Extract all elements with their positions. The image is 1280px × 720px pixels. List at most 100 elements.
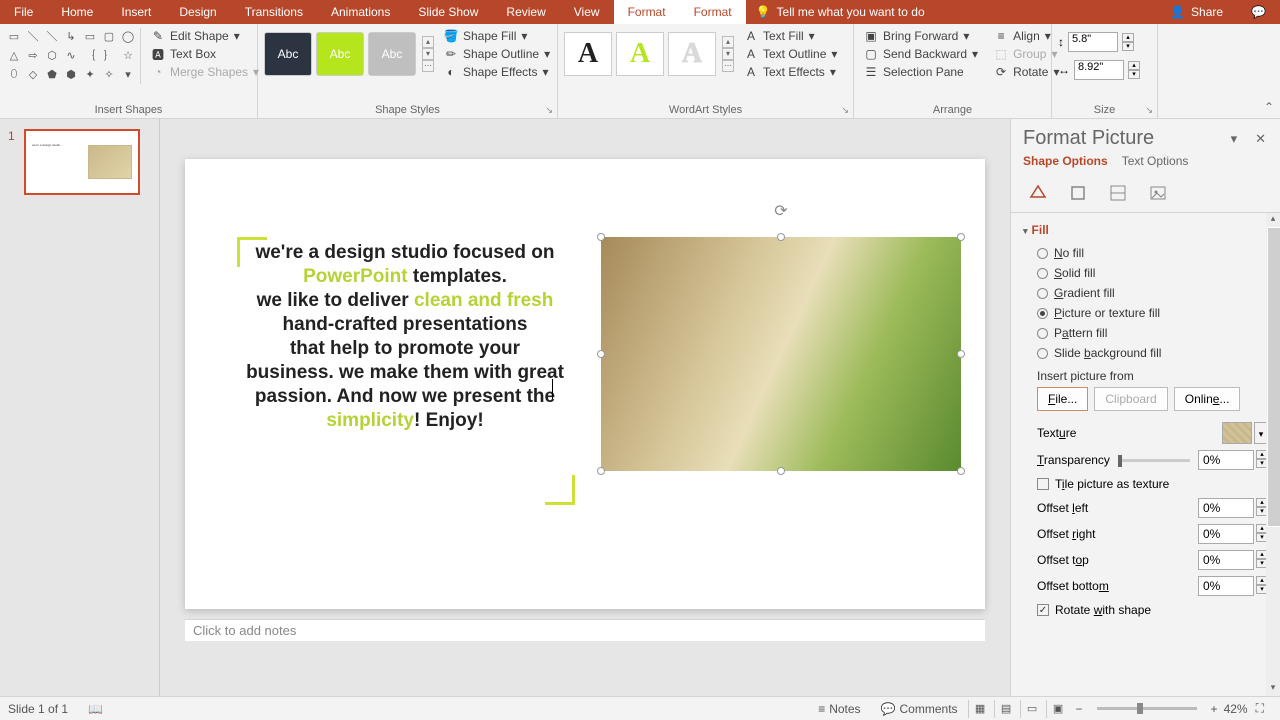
handle-br[interactable] (957, 467, 965, 475)
shape-oval-icon[interactable]: ◯ (120, 28, 136, 44)
handle-tc[interactable] (777, 233, 785, 241)
radio-gradient-fill[interactable]: Gradient fill (1023, 283, 1268, 303)
tab-slideshow[interactable]: Slide Show (404, 0, 492, 24)
scroll-thumb[interactable] (1267, 227, 1280, 527)
shape-brace-icon[interactable]: ｛ (82, 47, 98, 63)
shape-more1-icon[interactable]: ◇ (25, 66, 41, 82)
radio-pattern-fill[interactable]: Pattern fill (1023, 323, 1268, 343)
height-down-icon[interactable]: ▾ (1122, 42, 1134, 51)
radio-no-fill[interactable]: NNo fillo fill (1023, 243, 1268, 263)
comments-icon[interactable]: 💬 (1237, 5, 1280, 19)
handle-tl[interactable] (597, 233, 605, 241)
wordart-expand-icon[interactable]: ↘ (841, 105, 849, 116)
wordart-gallery[interactable]: A A A ▴ ▾ ⋯ (564, 28, 734, 80)
shape-more3-icon[interactable]: ⬢ (63, 66, 79, 82)
shape-line2-icon[interactable]: ＼ (44, 28, 60, 44)
wa-down-icon[interactable]: ▾ (722, 48, 734, 60)
shapes-gallery[interactable]: ▭ ＼ ＼ ↳ ▭ ▢ ◯ △ ⇨ ⬡ ∿ ｛ ｝ ☆ ⬯ ◇ ⬟ ⬢ ✦ ✧ (6, 28, 136, 82)
shape-more5-icon[interactable]: ✧ (101, 66, 117, 82)
shape-line-icon[interactable]: ＼ (25, 28, 41, 44)
width-up-icon[interactable]: ▴ (1128, 61, 1140, 70)
shape-rect-icon[interactable]: ▭ (82, 28, 98, 44)
shape-roundrect-icon[interactable]: ▢ (101, 28, 117, 44)
handle-tr[interactable] (957, 233, 965, 241)
comments-button[interactable]: 💬 Comments (871, 702, 968, 716)
tab-design[interactable]: Design (165, 0, 230, 24)
text-effects-button[interactable]: AText Effects ▾ (740, 64, 841, 80)
normal-view-icon[interactable]: ▦ (968, 700, 992, 718)
rotate-handle-icon[interactable]: ⟳ (774, 201, 787, 221)
fill-line-icon[interactable] (1023, 180, 1053, 206)
notes-button[interactable]: ≡ Notes (808, 702, 870, 716)
edit-shape-button[interactable]: ✎Edit Shape ▾ (147, 28, 263, 44)
fill-section-header[interactable]: ▸Fill (1023, 217, 1268, 243)
offset-top-value[interactable]: 0% (1198, 550, 1254, 570)
shape-styles-expand-icon[interactable]: ↘ (545, 105, 553, 116)
tell-me[interactable]: 💡 Tell me what you want to do (746, 5, 935, 19)
zoom-in-icon[interactable]: + (1205, 702, 1224, 716)
shape-connector-icon[interactable]: ↳ (63, 28, 79, 44)
size-expand-icon[interactable]: ↘ (1145, 105, 1153, 116)
slide-thumbnail-1[interactable]: we're a design studio… (24, 129, 140, 195)
radio-picture-fill[interactable]: Picture or texture fill (1023, 303, 1268, 323)
height-input[interactable]: 5.8" (1068, 32, 1118, 52)
zoom-out-icon[interactable]: − (1070, 702, 1089, 716)
shape-outline-button[interactable]: ✏Shape Outline ▾ (440, 46, 554, 62)
shape-options-tab[interactable]: Shape Options (1023, 154, 1108, 168)
shape-more2-icon[interactable]: ⬟ (44, 66, 60, 82)
tab-review[interactable]: Review (492, 0, 559, 24)
tile-checkbox[interactable]: Tile picture as texture (1023, 473, 1268, 495)
tab-insert[interactable]: Insert (107, 0, 165, 24)
selection-pane-button[interactable]: ☰Selection Pane (860, 64, 982, 80)
notes-input[interactable]: Click to add notes (185, 619, 985, 641)
file-button[interactable]: File... (1037, 387, 1088, 411)
slideshow-view-icon[interactable]: ▣ (1046, 700, 1070, 718)
sorter-view-icon[interactable]: ▤ (994, 700, 1018, 718)
collapse-ribbon-icon[interactable]: ⌃ (1264, 100, 1274, 114)
height-up-icon[interactable]: ▴ (1122, 33, 1134, 42)
shape-textbox-icon[interactable]: ▭ (6, 28, 22, 44)
wa-more-icon[interactable]: ⋯ (722, 60, 734, 72)
style-swatch-1[interactable]: Abc (264, 32, 312, 76)
pane-close-icon[interactable]: ✕ (1251, 131, 1270, 147)
pane-scrollbar[interactable]: ▴ ▾ (1266, 213, 1280, 696)
tab-view[interactable]: View (560, 0, 614, 24)
style-down-icon[interactable]: ▾ (422, 48, 434, 60)
shape-more4-icon[interactable]: ✦ (82, 66, 98, 82)
picture-category-icon[interactable] (1143, 180, 1173, 206)
pane-dropdown-icon[interactable]: ▾ (1227, 131, 1242, 147)
style-more-icon[interactable]: ⋯ (422, 60, 434, 72)
shape-more-icon[interactable]: ▾ (120, 66, 136, 82)
fit-to-window-icon[interactable]: ⛶ (1248, 701, 1272, 716)
texture-picker[interactable] (1222, 422, 1252, 444)
size-props-icon[interactable] (1103, 180, 1133, 206)
shape-brace2-icon[interactable]: ｝ (101, 47, 117, 63)
wordart-3[interactable]: A (668, 32, 716, 76)
zoom-value[interactable]: 42% (1224, 702, 1248, 716)
slide-canvas[interactable]: we're a design studio focused on PowerPo… (185, 159, 985, 609)
bring-forward-button[interactable]: ▣Bring Forward ▾ (860, 28, 982, 44)
body-text-box[interactable]: we're a design studio focused on PowerPo… (245, 241, 565, 433)
style-up-icon[interactable]: ▴ (422, 36, 434, 48)
reading-view-icon[interactable]: ▭ (1020, 700, 1044, 718)
scroll-down-icon[interactable]: ▾ (1266, 682, 1280, 696)
shape-callout-icon[interactable]: ⬯ (6, 66, 22, 82)
shape-arrow-icon[interactable]: ⇨ (25, 47, 41, 63)
tab-format-1[interactable]: Format (614, 0, 680, 24)
wordart-2[interactable]: A (616, 32, 664, 76)
handle-bl[interactable] (597, 467, 605, 475)
shape-fill-button[interactable]: 🪣Shape Fill ▾ (440, 28, 554, 44)
zoom-slider[interactable] (1097, 707, 1197, 710)
tab-file[interactable]: File (0, 0, 47, 24)
offset-bottom-value[interactable]: 0% (1198, 576, 1254, 596)
selected-picture[interactable]: ⟳ (601, 237, 961, 471)
handle-mr[interactable] (957, 350, 965, 358)
clipboard-button[interactable]: Clipboard (1094, 387, 1167, 411)
tab-animations[interactable]: Animations (317, 0, 404, 24)
online-button[interactable]: Online... (1174, 387, 1241, 411)
tab-format-2[interactable]: Format (680, 0, 746, 24)
tab-home[interactable]: Home (47, 0, 107, 24)
shape-star-icon[interactable]: ☆ (120, 47, 136, 63)
radio-slide-bg-fill[interactable]: Slide background fill (1023, 343, 1268, 363)
radio-solid-fill[interactable]: Solid fill (1023, 263, 1268, 283)
